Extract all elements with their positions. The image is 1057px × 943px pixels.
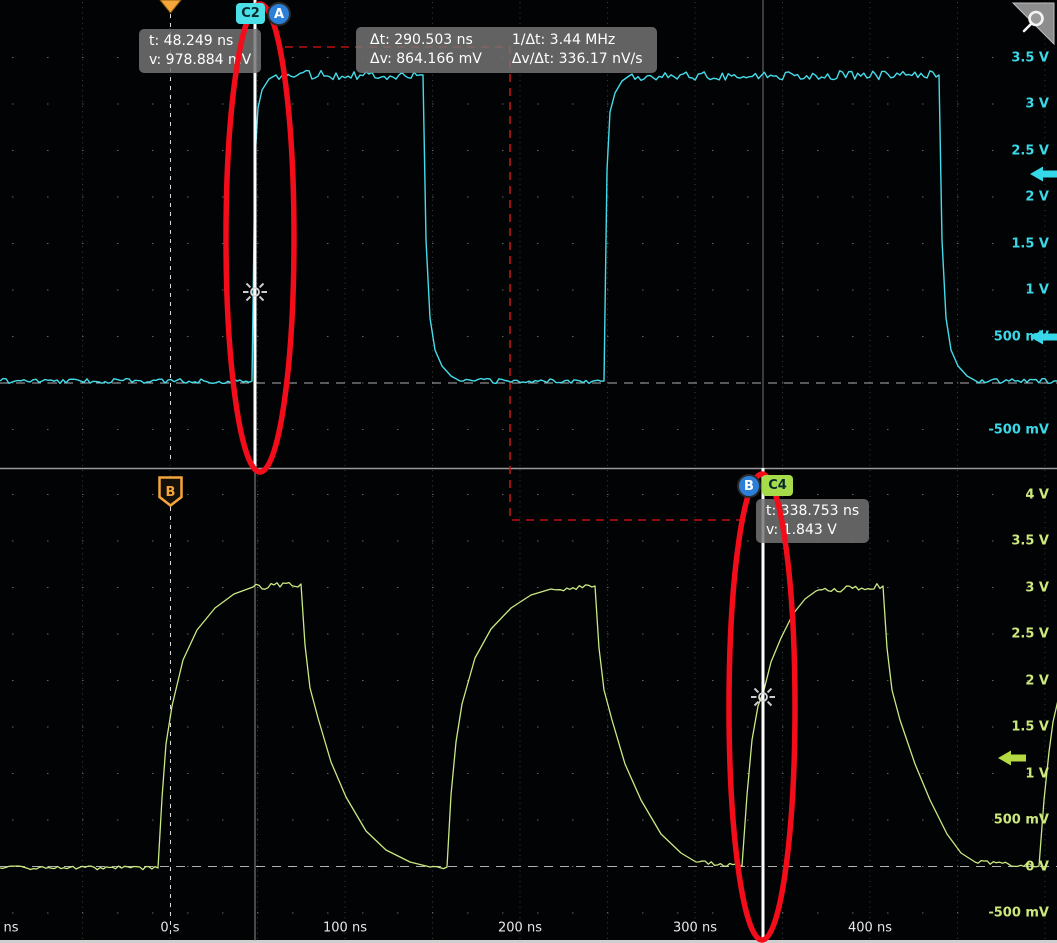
ch4-waveform-trace — [0, 583, 1057, 870]
cursor-a-badge[interactable]: A — [267, 2, 291, 26]
y-axis-label: 1 V — [1025, 766, 1049, 781]
cursor-a-readout[interactable]: t: 48.249 ns v: 978.884 mV — [139, 29, 261, 73]
y-axis-label: 500 mV — [994, 329, 1049, 344]
y-axis-label: -500 mV — [988, 422, 1049, 437]
y-axis-label: 4 V — [1025, 487, 1049, 502]
slope-value: Δv/Δt: 336.17 nV/s — [512, 50, 643, 69]
cursor-b-readout[interactable]: t: 338.753 ns v: 1.843 V — [756, 499, 869, 543]
x-axis-label: 200 ns — [498, 921, 542, 936]
cursor-link-dashed-line — [285, 47, 743, 520]
y-axis-label: 2.5 V — [1011, 143, 1049, 158]
cursor-b-time-value: t: 338.753 ns — [766, 502, 859, 521]
cursor-b-voltage-value: v: 1.843 V — [766, 521, 859, 540]
y-axis-label: 1 V — [1025, 283, 1049, 298]
annotation-ellipse-cursor-a — [226, 4, 294, 472]
y-axis-label: 2 V — [1025, 673, 1049, 688]
trigger-marker-b-icon[interactable]: B — [160, 478, 182, 506]
cursor-b-crosshair-icon[interactable] — [751, 689, 775, 706]
y-axis-label: 3.5 V — [1011, 534, 1049, 549]
cursor-a-channel-badge[interactable]: C2 — [236, 3, 265, 24]
oscilloscope-display: B t: 48.249 ns v: 978.884 mV Δt: 290.503… — [0, 0, 1057, 943]
ch2-waveform-trace — [0, 71, 1057, 384]
y-axis-label: 0 V — [1025, 859, 1049, 874]
annotation-ellipse-cursor-b — [729, 474, 795, 940]
x-axis-label: ns — [3, 921, 18, 936]
x-axis-label: 100 ns — [323, 921, 367, 936]
graticule-grid — [12, 2, 1050, 940]
y-axis-label: 500 mV — [994, 813, 1049, 828]
trigger-marker-b-label: B — [166, 485, 176, 500]
y-axis-label: 3.5 V — [1011, 50, 1049, 65]
x-axis-label: 0 s — [160, 921, 179, 936]
trigger-marker-a-icon[interactable] — [160, 0, 181, 13]
y-axis-label: 1.5 V — [1011, 720, 1049, 735]
cursor-a-voltage-value: v: 978.884 mV — [149, 51, 251, 70]
cursor-a-crosshair-icon[interactable] — [243, 284, 267, 301]
y-axis-label: 3 V — [1025, 580, 1049, 595]
ch2-trigger-level-arrow-icon[interactable] — [1030, 167, 1057, 182]
ch4-ground-level-arrow-icon[interactable] — [998, 751, 1026, 766]
cursor-b-badge[interactable]: B — [737, 474, 761, 498]
cursor-b-channel-badge[interactable]: C4 — [762, 475, 793, 496]
y-axis-label: 2 V — [1025, 190, 1049, 205]
y-axis-label: 1.5 V — [1011, 236, 1049, 251]
y-axis-label: 3 V — [1025, 97, 1049, 112]
cursor-a-time-value: t: 48.249 ns — [149, 32, 251, 51]
x-axis-label: 300 ns — [673, 921, 717, 936]
magnifier-icon — [1024, 12, 1043, 31]
cursor-delta-readout[interactable]: Δt: 290.503 ns Δv: 864.166 mV 1/Δt: 3.44… — [356, 27, 657, 73]
delta-voltage-value: Δv: 864.166 mV — [370, 50, 482, 69]
zoom-corner-button[interactable] — [1013, 3, 1054, 44]
y-axis-label: -500 mV — [988, 906, 1049, 921]
delta-time-value: Δt: 290.503 ns — [370, 31, 482, 50]
y-axis-label: 2.5 V — [1011, 627, 1049, 642]
inverse-delta-time-value: 1/Δt: 3.44 MHz — [512, 31, 643, 50]
x-axis-label: 400 ns — [848, 921, 892, 936]
